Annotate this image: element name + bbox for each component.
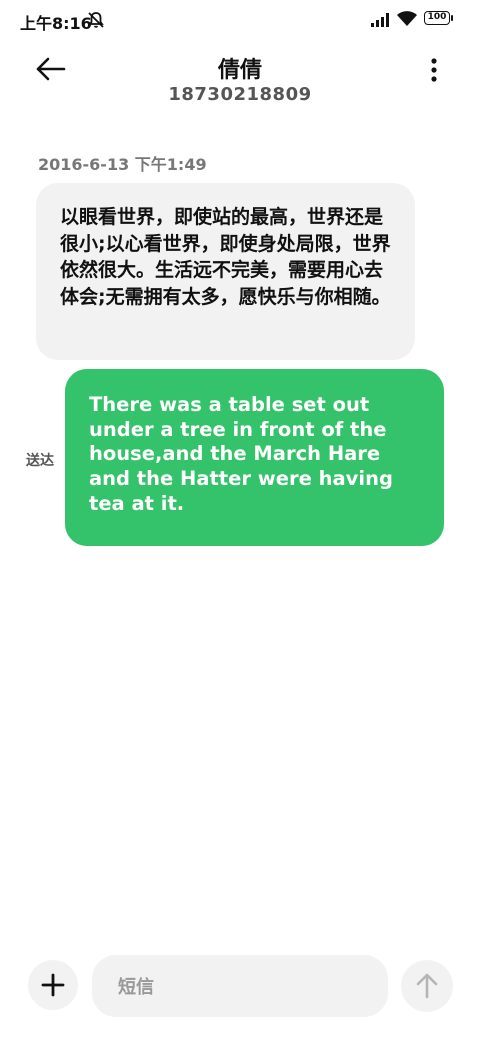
mute-icon [86,10,106,30]
message-input[interactable]: 短信 [92,955,388,1017]
messaging-screen: 上午8:16 100 倩倩 18730218809 2016-6-13 下午1:… [0,0,480,1040]
add-attachment-button[interactable] [28,960,78,1010]
send-arrow-up-icon [416,973,438,999]
delivery-status: 送达 [26,453,54,469]
contact-name: 倩倩 [217,58,262,83]
message-timestamp: 2016-6-13 下午1:49 [38,155,207,174]
battery-tip [451,15,453,21]
conversation-header: 倩倩 18730218809 [0,40,480,120]
battery-icon: 100 [424,11,454,27]
status-time: 上午8:16 [20,14,92,33]
more-options-button[interactable] [420,54,448,86]
message-input-placeholder: 短信 [118,977,154,998]
battery-level: 100 [424,11,450,25]
send-button[interactable] [401,960,453,1012]
wifi-icon [396,10,418,28]
status-bar: 上午8:16 100 [0,0,480,40]
signal-icon [370,12,392,28]
contact-number: 18730218809 [168,84,312,105]
more-vertical-icon [431,58,437,82]
plus-icon [41,973,65,997]
outgoing-message-bubble[interactable]: There was a table set out under a tree i… [65,369,444,546]
incoming-message-bubble[interactable]: 以眼看世界，即使站的最高，世界还是很小;以心看世界，即使身处局限，世界依然很大。… [36,183,415,360]
